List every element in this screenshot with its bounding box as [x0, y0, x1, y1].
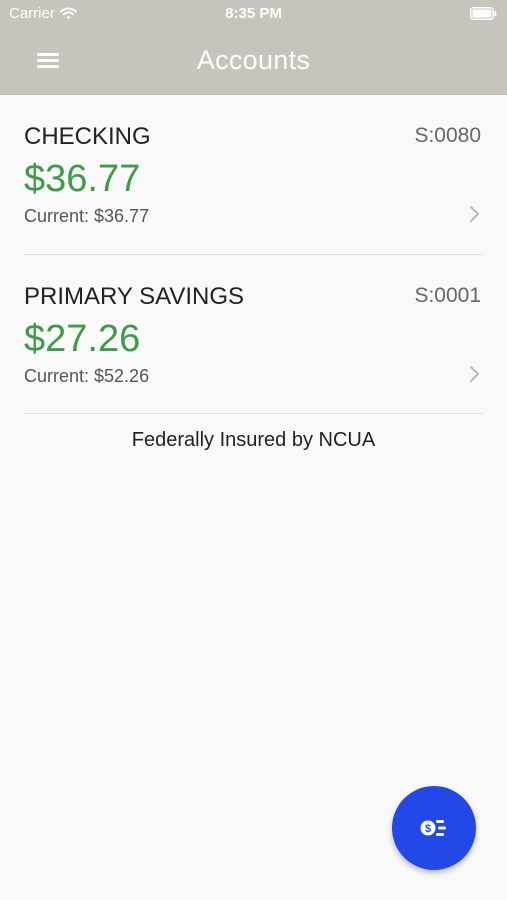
status-time: 8:35 PM	[225, 5, 282, 22]
account-current-balance: Current: $52.26	[24, 366, 150, 386]
account-name: CHECKING	[24, 123, 151, 150]
accounts-list: CHECKING S:0080 $36.77 Current: $36.77 P…	[24, 95, 483, 414]
account-name: PRIMARY SAVINGS	[24, 283, 245, 310]
account-current-balance: Current: $36.77	[24, 206, 150, 226]
svg-text:$: $	[425, 823, 431, 835]
account-suffix: S:0080	[414, 124, 481, 147]
account-available-balance: $36.77	[24, 158, 141, 200]
account-card-checking[interactable]: CHECKING S:0080 $36.77 Current: $36.77	[24, 95, 483, 255]
nav-bar: Accounts	[0, 28, 507, 95]
page-title: Accounts	[196, 45, 311, 75]
header: Carrier 8:35 PM Accounts	[0, 0, 507, 95]
account-card-primary-savings[interactable]: PRIMARY SAVINGS S:0001 $27.26 Current: $…	[24, 255, 483, 414]
money-transfer-button[interactable]: $	[392, 786, 476, 870]
battery-icon	[470, 7, 497, 24]
account-suffix: S:0001	[414, 284, 481, 307]
chevron-right-icon[interactable]	[468, 204, 482, 224]
status-bar: Carrier 8:35 PM	[0, 0, 507, 28]
chevron-right-icon[interactable]	[468, 364, 482, 384]
account-available-balance: $27.26	[24, 318, 141, 360]
federally-insured-note: Federally Insured by NCUA	[131, 429, 376, 451]
money-transfer-icon: $	[420, 820, 446, 836]
